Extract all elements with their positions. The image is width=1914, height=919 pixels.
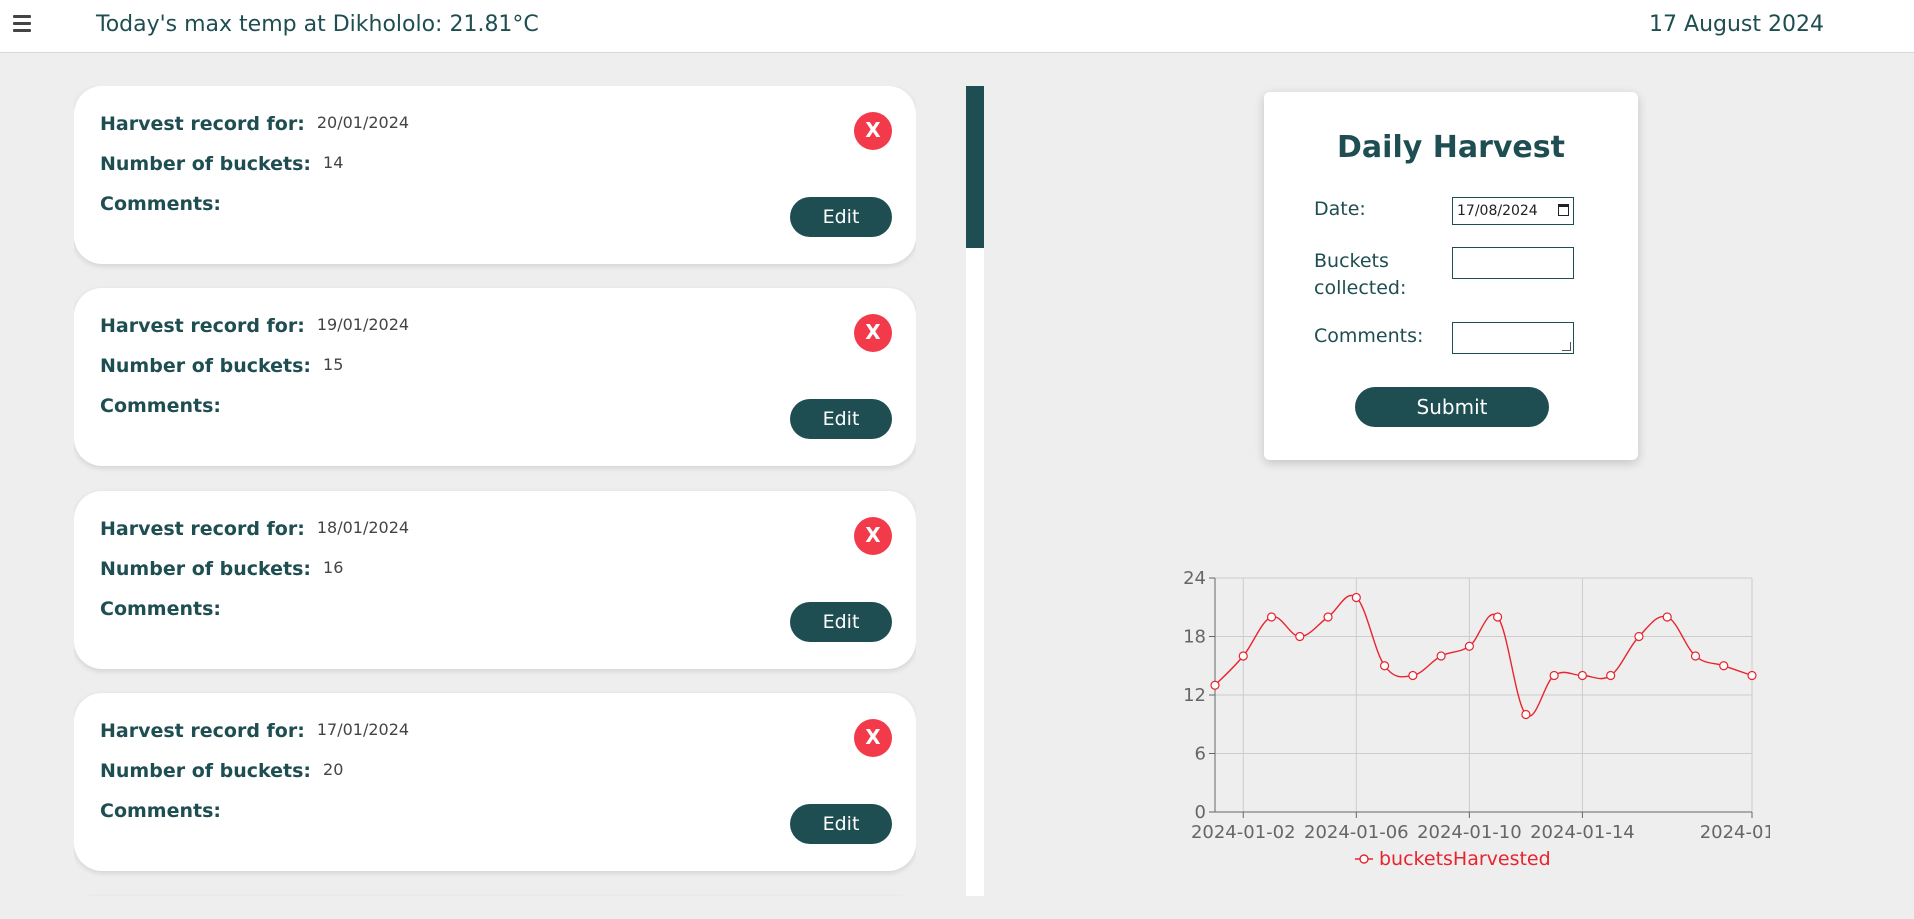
- record-buckets-row: Number of buckets: 15: [100, 355, 343, 377]
- record-buckets-value: 14: [323, 153, 344, 172]
- chart-x-tick-label: 2024-01-20: [1700, 822, 1770, 843]
- edit-record-button[interactable]: Edit: [790, 804, 892, 844]
- harvest-line-chart: 0 6 12 18 24 2024-01-02 2024-01-06 2024-01-10 20…: [1150, 560, 1804, 890]
- record-comments-row: Comments:: [100, 193, 233, 215]
- current-date: 17 August 2024: [1649, 12, 1824, 37]
- record-date-value: 18/01/2024: [316, 518, 410, 537]
- top-bar: Today's max temp at Dikhololo: 21.81°C 1…: [0, 0, 1914, 53]
- resize-handle-icon[interactable]: [1562, 342, 1571, 351]
- chart-data-point: [1266, 612, 1277, 622]
- record-buckets-row: Number of buckets: 14: [100, 153, 343, 175]
- record-date-row: Harvest record for: 17/01/2024: [100, 720, 409, 742]
- record-buckets-label: Number of buckets:: [100, 558, 312, 580]
- hamburger-menu-icon[interactable]: [13, 15, 31, 35]
- max-temp-text: Today's max temp at Dikhololo: 21.81°C: [96, 12, 539, 37]
- chart-data-point: [1549, 670, 1559, 681]
- record-buckets-row: Number of buckets: 16: [100, 558, 343, 580]
- scrollbar-thumb[interactable]: [966, 86, 984, 248]
- chart-data-point: [1521, 709, 1531, 720]
- chart-data-point: [1606, 670, 1616, 681]
- record-comments-row: Comments:: [100, 800, 233, 822]
- record-date-label: Harvest record for:: [100, 518, 305, 540]
- comments-label: Comments:: [1314, 325, 1424, 347]
- chart-y-tick-label: 18: [1183, 627, 1206, 648]
- chart-svg: 0 6 12 18 24 2024-01-02 2024-01-06 2024-01-10 20…: [1183, 568, 1804, 870]
- record-date-value: 17/01/2024: [316, 720, 410, 739]
- record-date-label: Harvest record for:: [100, 113, 305, 135]
- chart-data-point: [1379, 661, 1390, 671]
- chart-data-point: [1662, 612, 1672, 622]
- chart-data-point: [1719, 661, 1729, 671]
- chart-x-tick-label: 2024-01-06: [1304, 822, 1409, 843]
- edit-record-button[interactable]: Edit: [790, 197, 892, 237]
- records-scrollbar[interactable]: [966, 86, 984, 896]
- chart-data-point: [1747, 670, 1757, 681]
- chart-y-tick-label: 12: [1183, 685, 1206, 706]
- comments-field[interactable]: [1452, 322, 1574, 354]
- chart-data-point: [1436, 651, 1446, 661]
- chart-data-point: [1295, 631, 1305, 642]
- legend-label: bucketsHarvested: [1379, 848, 1551, 870]
- submit-button[interactable]: Submit: [1355, 387, 1549, 427]
- chart-x-tick-label: 2024-01-02: [1191, 822, 1296, 843]
- chart-y-tick-label: 0: [1195, 802, 1206, 823]
- chart-data-point: [1493, 612, 1503, 622]
- buckets-label: Buckets collected:: [1314, 250, 1407, 299]
- harvest-record-card: Harvest record for: 18/01/2024 Number of …: [74, 491, 916, 669]
- record-comments-row: Comments:: [100, 395, 233, 417]
- harvest-record-card: Harvest record for: 20/01/2024 Number of …: [74, 86, 916, 264]
- record-buckets-label: Number of buckets:: [100, 355, 312, 377]
- record-buckets-value: 16: [323, 558, 344, 577]
- chart-data-point: [1464, 641, 1474, 651]
- date-label: Date:: [1314, 198, 1366, 220]
- chart-y-tick-label: 6: [1195, 744, 1206, 765]
- record-comments-label: Comments:: [100, 598, 221, 620]
- harvest-record-card: Harvest record for: 17/01/2024 Number of …: [74, 693, 916, 871]
- chart-series-line: [1214, 594, 1753, 717]
- chart-data-point: [1210, 680, 1220, 690]
- record-buckets-row: Number of buckets: 20: [100, 760, 343, 782]
- calendar-icon[interactable]: [1558, 204, 1569, 216]
- delete-record-button[interactable]: X: [854, 719, 892, 757]
- record-buckets-value: 15: [323, 355, 344, 374]
- chart-data-point: [1690, 651, 1701, 661]
- chart-data-point: [1323, 612, 1333, 622]
- chart-data-point: [1577, 670, 1588, 681]
- chart-data-point: [1634, 631, 1644, 642]
- delete-record-button[interactable]: X: [854, 517, 892, 555]
- harvest-records-list: Harvest record for: 20/01/2024 Number of …: [74, 86, 916, 896]
- form-title: Daily Harvest: [1337, 130, 1565, 165]
- delete-record-button[interactable]: X: [854, 112, 892, 150]
- harvest-record-card: Harvest record for: 19/01/2024 Number of …: [74, 288, 916, 466]
- chart-data-point: [1408, 670, 1418, 681]
- record-buckets-value: 20: [323, 760, 344, 779]
- record-date-label: Harvest record for:: [100, 315, 305, 337]
- record-date-value: 20/01/2024: [316, 113, 410, 132]
- chart-data-point: [1238, 651, 1248, 661]
- date-field-value: 17/08/2024: [1457, 203, 1538, 219]
- legend-marker: [1359, 854, 1369, 864]
- record-comments-label: Comments:: [100, 193, 221, 215]
- chart-data-point: [1351, 592, 1361, 603]
- edit-record-button[interactable]: Edit: [790, 602, 892, 642]
- record-comments-label: Comments:: [100, 800, 221, 822]
- record-comments-label: Comments:: [100, 395, 221, 417]
- chart-x-tick-label: 2024-01-10: [1417, 822, 1522, 843]
- delete-record-button[interactable]: X: [854, 314, 892, 352]
- record-comments-row: Comments:: [100, 598, 233, 620]
- chart-y-tick-label: 24: [1183, 568, 1206, 589]
- date-field[interactable]: 17/08/2024: [1452, 197, 1574, 225]
- edit-record-button[interactable]: Edit: [790, 399, 892, 439]
- chart-x-tick-label: 2024-01-14: [1530, 822, 1635, 843]
- record-date-row: Harvest record for: 19/01/2024: [100, 315, 409, 337]
- record-date-row: Harvest record for: 18/01/2024: [100, 518, 409, 540]
- record-date-row: Harvest record for: 20/01/2024: [100, 113, 409, 135]
- record-date-label: Harvest record for:: [100, 720, 305, 742]
- record-buckets-label: Number of buckets:: [100, 153, 312, 175]
- daily-harvest-form: Daily Harvest Date: 17/08/2024 Buckets c…: [1264, 92, 1638, 460]
- record-buckets-label: Number of buckets:: [100, 760, 312, 782]
- buckets-field[interactable]: [1452, 247, 1574, 279]
- record-date-value: 19/01/2024: [316, 315, 410, 334]
